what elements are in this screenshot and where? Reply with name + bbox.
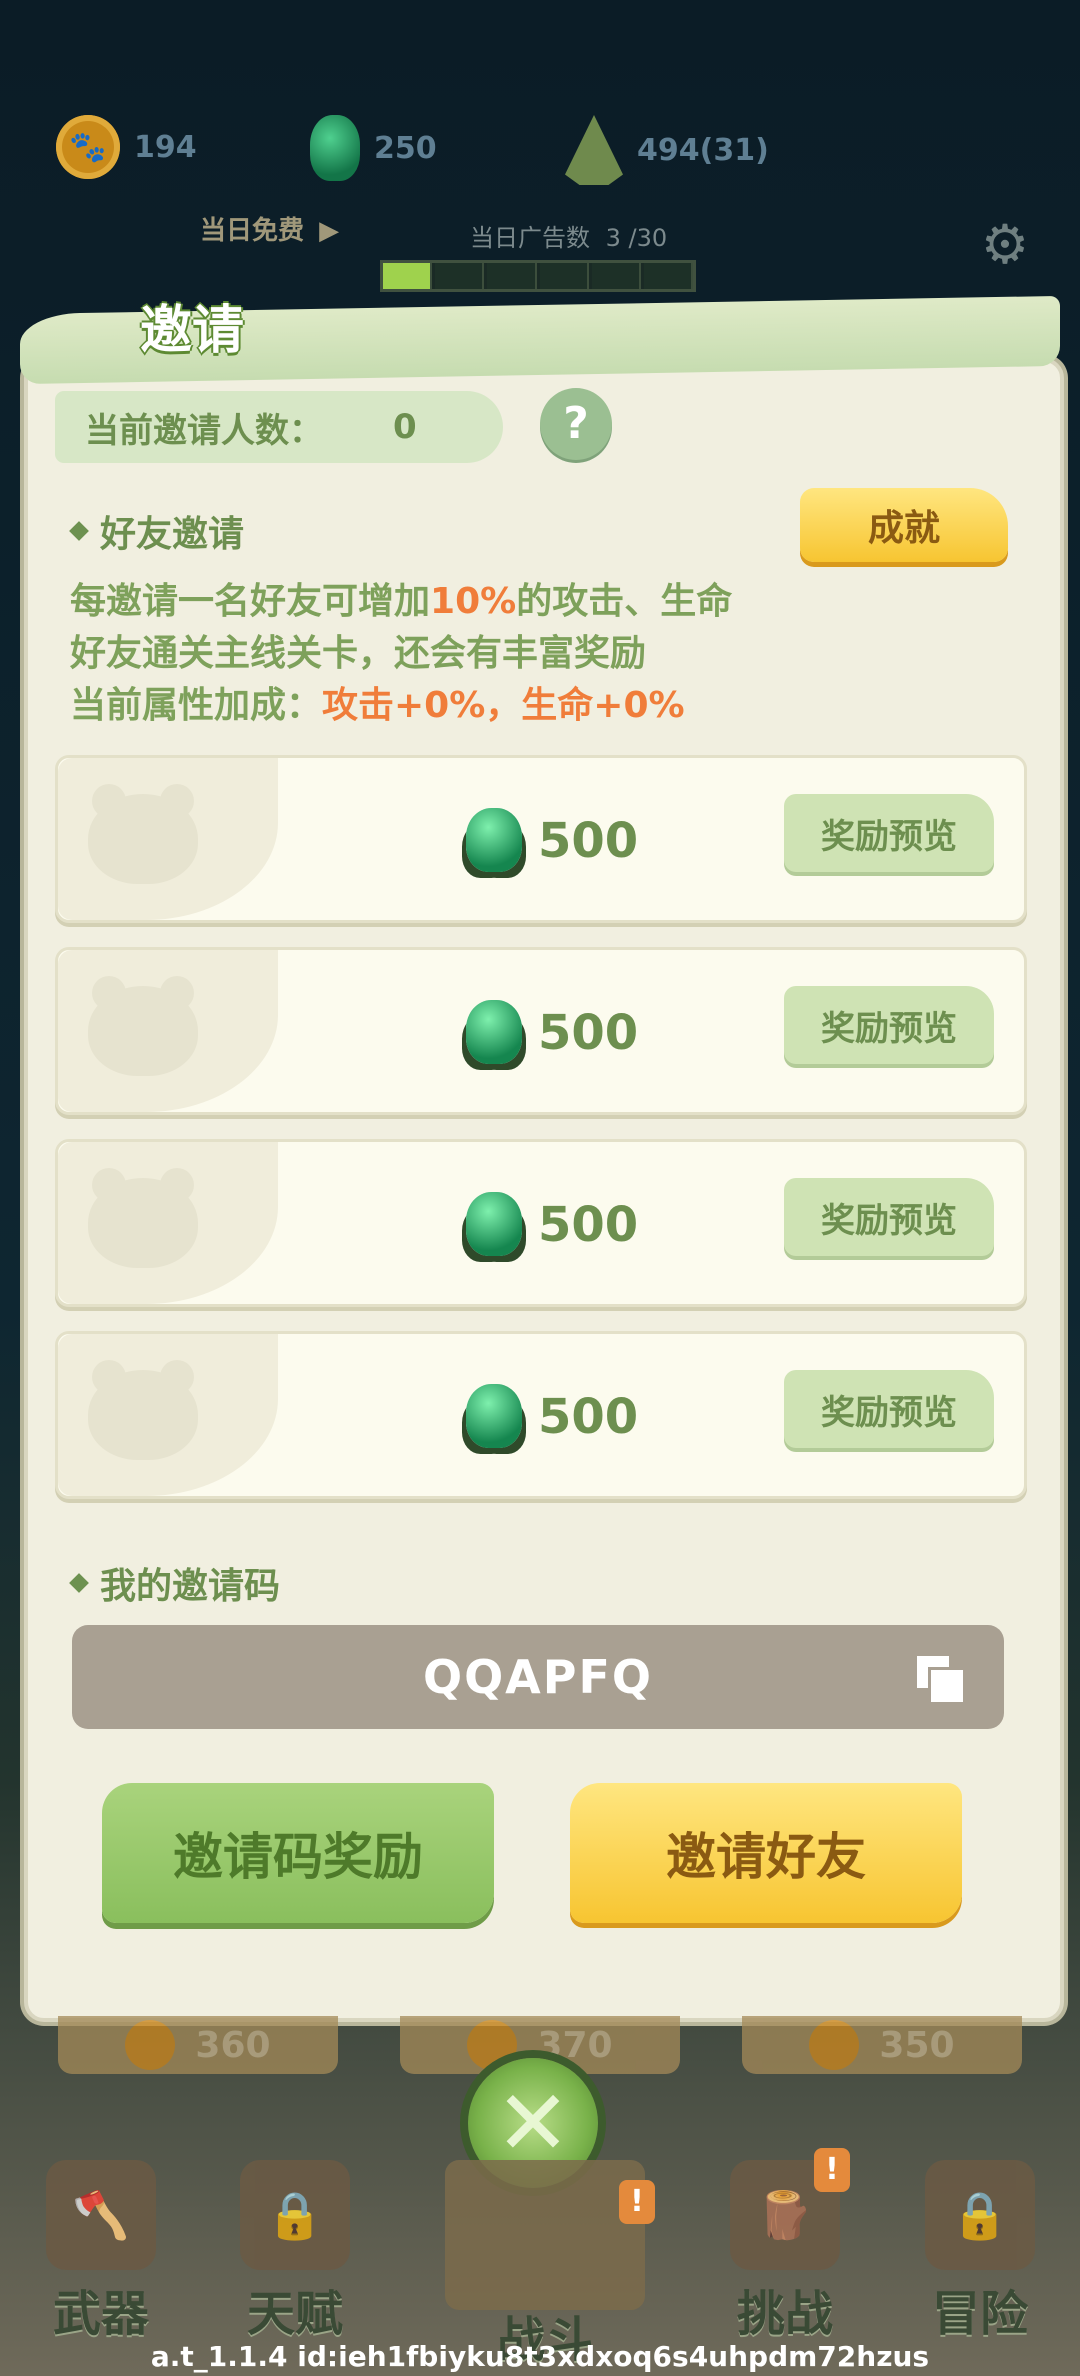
my-code-title-text: 我的邀请码 [100, 1566, 281, 1607]
reward-amount: 500 [538, 1389, 639, 1445]
under-panel-item: 350 [742, 2016, 1022, 2074]
bear-silhouette-icon [88, 1360, 198, 1460]
daily-free-label: 当日免费 [200, 216, 305, 246]
friend-invite-title-text: 好友邀请 [100, 514, 245, 555]
gem-icon [466, 1384, 522, 1448]
nav-adventure[interactable]: 🔒 冒险 [895, 2160, 1065, 2342]
paw-coin-counter: 🐾 194 [56, 115, 197, 179]
daily-free-ad-button[interactable]: 当日免费 ▶ [200, 210, 340, 290]
reward-preview-button[interactable]: 奖励预览 [784, 794, 994, 872]
bamboo-shoot-icon [565, 115, 623, 185]
ad-progress-segment [643, 263, 693, 289]
ad-progress-segment [383, 263, 433, 289]
reward-card: 500 奖励预览 [55, 755, 1027, 923]
ad-progress-segment [487, 263, 537, 289]
invite-desc-line-3: 当前属性加成：攻击+0%，生命+0% [70, 676, 685, 728]
bamboo-shoot-value: 494(31) [637, 132, 769, 168]
desc-text: 的攻击、生命 [516, 581, 733, 622]
invite-code-reward-button[interactable]: 邀请码奖励 [102, 1783, 494, 1923]
invite-desc-line-1: 每邀请一名好友可增加10%的攻击、生命 [70, 572, 732, 624]
diamond-bullet-icon [69, 521, 89, 541]
friend-invite-section-title: 好友邀请 [69, 505, 245, 557]
invite-count-bar: 当前邀请人数： 0 [55, 391, 503, 463]
nav-weapon[interactable]: 🪓 武器 [16, 2160, 186, 2342]
ad-progress-segment [435, 263, 485, 289]
version-footer: a.t_1.1.4 id:ieh1fbiyku8t3xdxoq6s4uhpdm7… [150, 2340, 930, 2373]
under-panel-value: 350 [879, 2024, 955, 2066]
gem-icon [466, 808, 522, 872]
gear-icon[interactable]: ⚙ [975, 215, 1035, 275]
reward-card: 500 奖励预览 [55, 1139, 1027, 1307]
ad-count-text: 当日广告数 [470, 224, 590, 252]
under-panel-value: 360 [195, 2024, 271, 2066]
nav-talent[interactable]: 🔒 天赋 [210, 2160, 380, 2342]
nav-adventure-label: 冒险 [931, 2286, 1028, 2342]
paw-coin-value: 194 [134, 129, 197, 165]
diamond-bullet-icon [69, 1573, 89, 1593]
ad-count-value: 3 /30 [605, 224, 668, 252]
nav-challenge[interactable]: 🪵 挑战 ! [700, 2148, 870, 2342]
gem-icon [466, 1000, 522, 1064]
nav-battle[interactable]: 战斗 ! [445, 2160, 655, 2368]
scroll-icon [445, 2160, 645, 2310]
reward-card: 500 奖励预览 [55, 1331, 1027, 1499]
copy-icon[interactable] [914, 1653, 966, 1705]
bamboo-shoot-counter: 494(31) [565, 115, 769, 185]
reward-preview-button[interactable]: 奖励预览 [784, 986, 994, 1064]
reward-preview-button[interactable]: 奖励预览 [784, 1370, 994, 1448]
invite-count-label: 当前邀请人数： [85, 410, 323, 451]
paw-coin-icon [809, 2020, 860, 2070]
axe-icon: 🪓 [46, 2160, 156, 2270]
my-invite-code-section-title: 我的邀请码 [69, 1557, 281, 1609]
nav-challenge-label: 挑战 [736, 2286, 833, 2342]
bear-silhouette-icon [88, 1168, 198, 1268]
alert-badge: ! [814, 2148, 850, 2192]
invite-code-box: QQAPFQ [72, 1625, 1004, 1729]
ad-progress-segment [539, 263, 589, 289]
reward-preview-button[interactable]: 奖励预览 [784, 1178, 994, 1256]
reward-card: 500 奖励预览 [55, 947, 1027, 1115]
panel-title: 邀请 [140, 301, 245, 361]
help-button[interactable]: ? [540, 388, 612, 460]
ad-progress-segment [591, 263, 641, 289]
bear-silhouette-icon [88, 784, 198, 884]
reward-amount: 500 [538, 813, 639, 869]
alert-badge: ! [619, 2180, 655, 2224]
lock-icon: 🔒 [925, 2160, 1035, 2270]
invite-count-value: 0 [393, 407, 417, 447]
nav-weapon-label: 武器 [52, 2286, 149, 2342]
desc-text: 每邀请一名好友可增加 [70, 581, 431, 622]
desc-text: 当前属性加成： [70, 685, 323, 726]
invite-friend-button[interactable]: 邀请好友 [570, 1783, 962, 1923]
under-panel-item: 360 [58, 2016, 338, 2074]
ad-progress-bar [380, 260, 696, 292]
gem-icon [466, 1192, 522, 1256]
paw-coin-icon: 🐾 [56, 115, 120, 179]
gem-counter: 250 [310, 115, 437, 181]
reward-amount: 500 [538, 1005, 639, 1061]
ad-count-label: 当日广告数 3 /30 [470, 218, 667, 253]
achievement-button[interactable]: 成就 [800, 488, 1008, 562]
desc-highlight: 攻击+0%，生命+0% [322, 685, 685, 726]
bear-silhouette-icon [88, 976, 198, 1076]
nav-talent-label: 天赋 [246, 2286, 343, 2342]
lock-icon: 🔒 [240, 2160, 350, 2270]
invite-code-value: QQAPFQ [422, 1650, 654, 1704]
desc-highlight: 10% [430, 581, 517, 622]
play-icon: ▶ [319, 216, 340, 246]
gem-icon [310, 115, 360, 181]
paw-coin-icon [125, 2020, 176, 2070]
reward-amount: 500 [538, 1197, 639, 1253]
gem-value: 250 [374, 130, 437, 166]
invite-desc-line-2: 好友通关主线关卡，还会有丰富奖励 [70, 633, 647, 674]
